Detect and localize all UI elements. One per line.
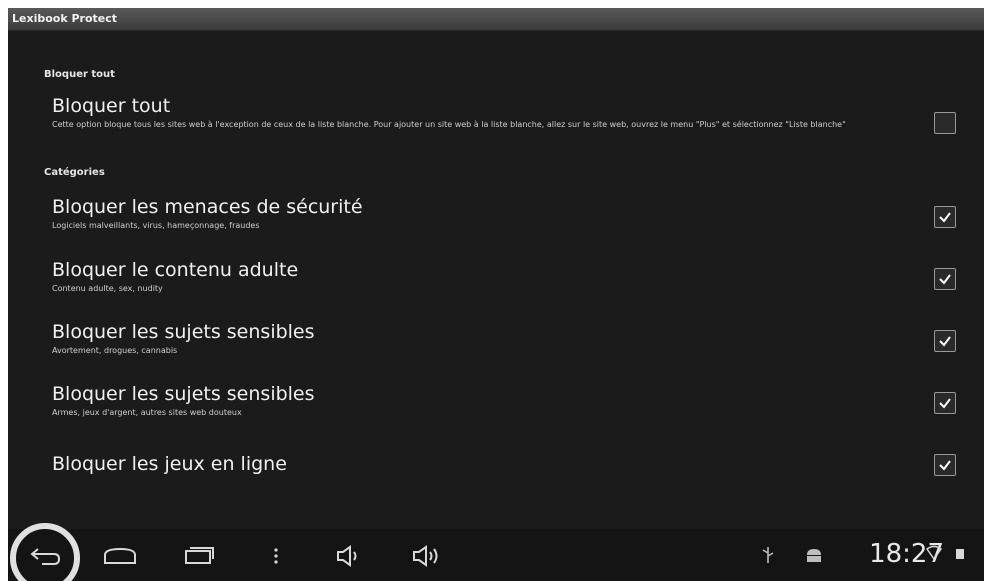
pref-summary: Contenu adulte, sex, nudity <box>52 284 163 293</box>
recent-apps-icon <box>185 547 214 564</box>
checkbox-online-games[interactable] <box>934 454 956 476</box>
menu-button[interactable] <box>256 539 296 571</box>
home-button[interactable] <box>100 539 140 571</box>
pref-security-threats[interactable]: Bloquer les menaces de sécurité Logiciel… <box>52 196 944 231</box>
usb-icon <box>762 547 774 563</box>
pref-summary: Armes, jeux d'argent, autres sites web d… <box>52 408 242 417</box>
checkbox-sensitive-topics-1[interactable] <box>934 330 956 352</box>
recent-apps-button[interactable] <box>178 539 218 571</box>
check-icon <box>939 212 951 223</box>
preferences-list: Bloquer tout Bloquer tout Cette option b… <box>8 31 984 529</box>
battery-icon <box>956 549 964 559</box>
pref-block-all[interactable]: Bloquer tout Cette option bloque tous le… <box>52 95 944 130</box>
pref-title: Bloquer tout <box>52 95 171 117</box>
wifi-icon <box>926 545 942 561</box>
pref-summary: Logiciels malveillants, virus, hameçonna… <box>52 221 260 230</box>
pref-title: Bloquer les sujets sensibles <box>52 321 315 343</box>
tablet-screen: Lexibook Protect Bloquer tout Bloquer to… <box>8 8 984 581</box>
back-icon <box>30 548 61 565</box>
system-navigation-bar: 18:27 <box>8 523 984 581</box>
check-icon <box>939 274 951 285</box>
volume-down-button[interactable] <box>330 539 370 571</box>
back-button[interactable] <box>26 539 66 571</box>
checkbox-security-threats[interactable] <box>934 206 956 228</box>
volume-up-icon <box>413 545 438 567</box>
pref-title: Bloquer les sujets sensibles <box>52 383 315 405</box>
pref-summary: Avortement, drogues, cannabis <box>52 346 178 355</box>
checkbox-adult-content[interactable] <box>934 268 956 290</box>
pref-title: Bloquer le contenu adulte <box>52 259 299 281</box>
check-icon <box>939 460 951 471</box>
app-title-bar: Lexibook Protect <box>8 8 984 31</box>
check-icon <box>939 398 951 409</box>
pref-adult-content[interactable]: Bloquer le contenu adulte Contenu adulte… <box>52 259 944 294</box>
checkbox-block-all[interactable] <box>934 112 956 134</box>
pref-sensitive-topics-1[interactable]: Bloquer les sujets sensibles Avortement,… <box>52 321 944 356</box>
app-title: Lexibook Protect <box>12 12 118 25</box>
menu-dots-icon <box>274 548 278 564</box>
check-icon <box>939 336 951 347</box>
section-header-block-all: Bloquer tout <box>44 69 115 80</box>
pref-title: Bloquer les jeux en ligne <box>52 453 287 475</box>
pref-summary: Cette option bloque tous les sites web à… <box>52 120 846 129</box>
home-icon <box>104 547 136 564</box>
pref-title: Bloquer les menaces de sécurité <box>52 196 363 218</box>
android-icon <box>807 549 821 562</box>
pref-sensitive-topics-2[interactable]: Bloquer les sujets sensibles Armes, jeux… <box>52 383 944 418</box>
volume-up-button[interactable] <box>408 539 448 571</box>
section-header-categories: Catégories <box>44 167 105 178</box>
volume-down-icon <box>337 545 357 567</box>
pref-online-games[interactable]: Bloquer les jeux en ligne <box>52 453 944 475</box>
checkbox-sensitive-topics-2[interactable] <box>934 392 956 414</box>
